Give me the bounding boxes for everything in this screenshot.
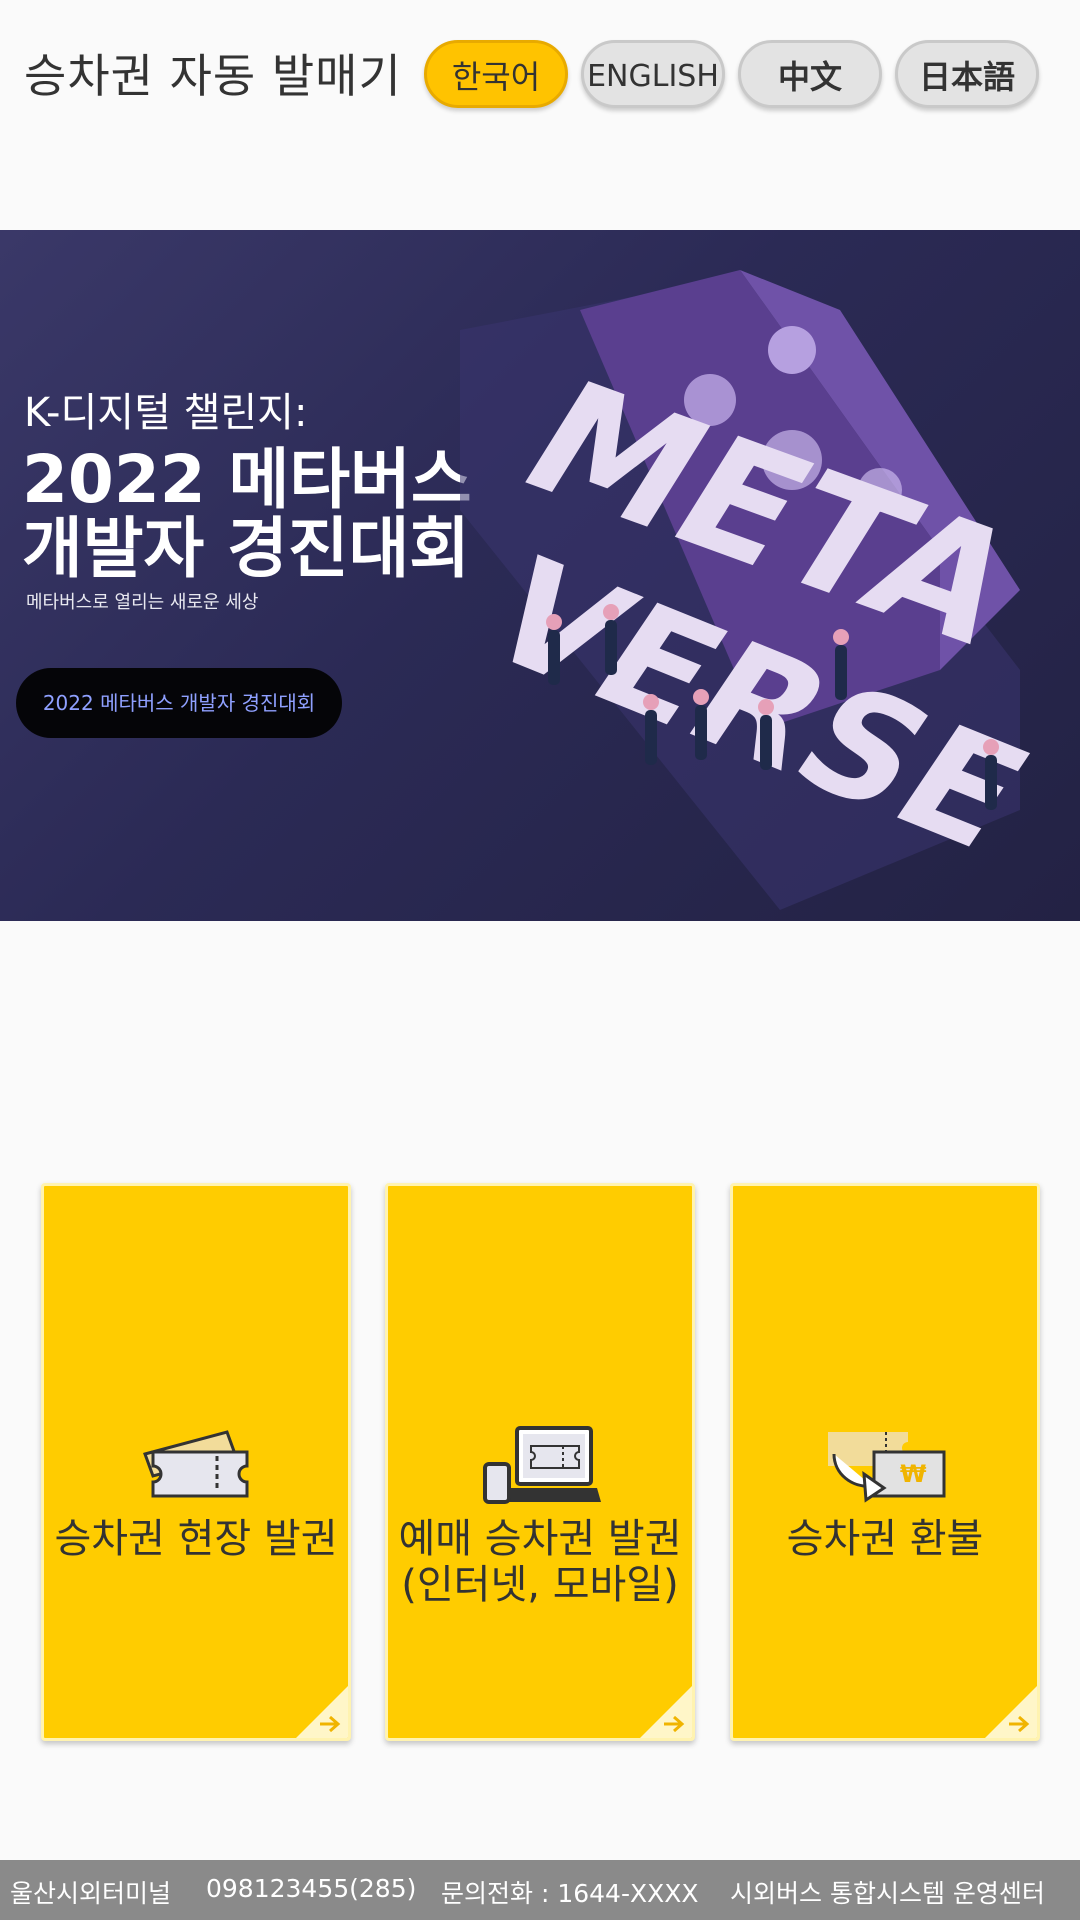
arrow-right-icon [985, 1686, 1037, 1738]
banner-cta-button[interactable]: 2022 메타버스 개발자 경진대회 [16, 668, 342, 738]
banner-title-line2: 개발자 경진대회 [22, 510, 471, 587]
contact-phone: 문의전화 : 1644-XXXX [441, 1879, 699, 1908]
terminal-name: 울산시외터미널 [10, 1879, 172, 1908]
banner-subtitle: 메타버스로 열리는 새로운 세상 [26, 592, 259, 613]
refund-button[interactable]: ₩ 승차권 환불 [730, 1183, 1040, 1741]
refund-label: 승차권 환불 [786, 1516, 984, 1562]
lang-button-chinese[interactable]: 中文 [738, 40, 882, 108]
laptop-phone-ticket-icon [483, 1426, 601, 1504]
currency-symbol: ₩ [900, 1460, 927, 1488]
app-title: 승차권 자동 발매기 [24, 49, 402, 103]
arrow-right-icon [640, 1686, 692, 1738]
refund-icon: ₩ [828, 1432, 946, 1503]
onsite-ticket-label: 승차권 현장 발권 [54, 1516, 338, 1562]
arrow-right-icon [296, 1686, 348, 1738]
reserved-ticket-label: 예매 승차권 발권 (인터넷, 모바일) [398, 1516, 682, 1608]
header: 승차권 자동 발매기 한국어 ENGLISH 中文 日本語 [0, 0, 1080, 150]
operator-name: 시외버스 통합시스템 운영센터 [730, 1879, 1045, 1908]
promo-banner[interactable]: K-디지털 챌린지: 2022 메타버스 개발자 경진대회 메타버스로 열리는 … [0, 230, 1080, 921]
lang-button-japanese[interactable]: 日本語 [895, 40, 1039, 108]
reserved-ticket-button[interactable]: 예매 승차권 발권 (인터넷, 모바일) [385, 1183, 695, 1741]
footer-status-bar: 울산시외터미널 098123455(285) 문의전화 : 1644-XXXX … [0, 1860, 1080, 1920]
onsite-ticket-button[interactable]: 승차권 현장 발권 [41, 1183, 351, 1741]
metaverse-illustration: META VERSE [454, 270, 1059, 910]
device-id: 098123455(285) [206, 1874, 417, 1903]
ticket-icon [143, 1430, 249, 1498]
lang-button-english[interactable]: ENGLISH [581, 40, 725, 108]
lang-button-korean[interactable]: 한국어 [424, 40, 568, 108]
